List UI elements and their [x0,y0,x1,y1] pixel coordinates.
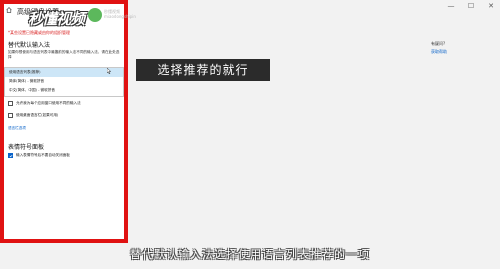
help-section: 有疑问? 获取帮助 [431,41,447,55]
dropdown-option[interactable]: 使用语言列表(推荐) [5,68,123,77]
per-app-input-checkbox-row[interactable]: 允许我为每个应用窗口使用不同的输入法 [8,101,124,108]
emoji-panel-heading: 表情符号面板 [8,144,45,151]
maximize-button[interactable]: ☐ [466,2,476,10]
checkbox-checked[interactable] [8,153,13,158]
emoji-autoclose-checkbox-row[interactable]: 输入表情符号后不要自动关闭面板 [8,153,124,160]
highlight-frame: 高级键盘设置 *某些设置已隐藏或由你的组织管理 替代默认输入法 如果你想使用与语… [0,0,128,243]
caption-text: 选择推荐的就行 [157,63,249,77]
help-question: 有疑问? [431,41,446,46]
input-method-dropdown[interactable]: 使用语言列表(推荐) 简体(简体) - 微软拼音 中文(简体，中国) - 微软拼… [4,67,124,97]
checkbox[interactable] [8,113,13,118]
video-subtitle: 替代默认输入法选择使用语言列表推荐的一项 [130,248,370,261]
settings-panel: 高级键盘设置 *某些设置已隐藏或由你的组织管理 替代默认输入法 如果你想使用与语… [4,4,124,239]
screen: — ☐ ✕ 高级键盘设置 *某些设置已隐藏或由你的组织管理 替代默认输入法 如果… [0,0,500,269]
checkbox-label: 允许我为每个应用窗口使用不同的输入法 [16,101,81,105]
badge-line2: miaodongshipin [104,14,136,19]
default-input-heading: 替代默认输入法 [8,42,51,49]
home-icon[interactable] [6,7,12,13]
watermark-badge: 秒懂视频 miaodongshipin [88,8,136,28]
checkbox-label: 使用桌面语言栏(如果可用) [16,113,59,117]
logo-circle-icon [88,8,102,22]
get-help-link[interactable]: 获取帮助 [431,49,447,55]
desktop-langbar-checkbox-row[interactable]: 使用桌面语言栏(如果可用) [8,113,124,120]
caption-box: 选择推荐的就行 [136,59,270,81]
language-bar-options-link[interactable]: 语言栏选项 [8,126,26,131]
managed-settings-note: *某些设置已隐藏或由你的组织管理 [8,30,70,35]
checkbox-label: 输入表情符号后不要自动关闭面板 [16,153,70,157]
dropdown-option[interactable]: 中文(简体，中国) - 微软拼音 [5,86,123,95]
default-input-description: 如果你想使用与语言列表中最靠前的输入法不同的输入法，请在此处选择 [8,50,120,59]
minimize-button[interactable]: — [446,2,456,10]
window-controls: — ☐ ✕ [446,2,496,10]
logo-text: 秒懂视频 [28,10,85,28]
mouse-cursor-icon [107,68,111,74]
checkbox[interactable] [8,101,13,106]
close-button[interactable]: ✕ [486,2,496,10]
dropdown-option[interactable]: 简体(简体) - 微软拼音 [5,77,123,86]
